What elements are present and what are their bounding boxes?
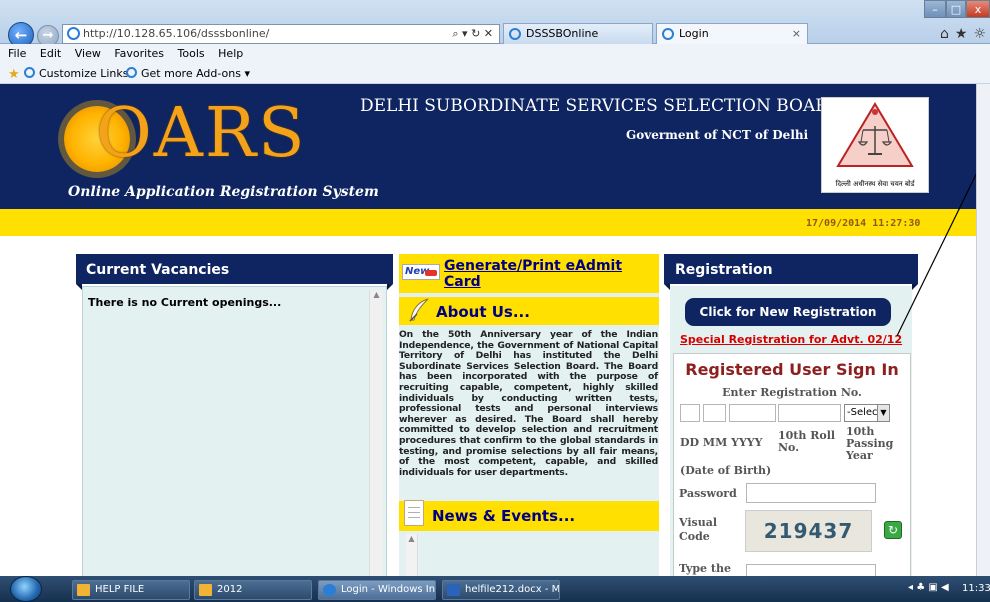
address-url: http://10.128.65.106/dsssbonline/ bbox=[83, 27, 270, 40]
dob-month-input[interactable] bbox=[703, 404, 726, 422]
password-input[interactable] bbox=[746, 483, 876, 503]
swoosh-icon bbox=[425, 270, 437, 276]
ie-tab-icon bbox=[509, 28, 521, 40]
dob-format-label: DD MM YYYY bbox=[680, 436, 763, 449]
minimize-button[interactable]: – bbox=[924, 0, 946, 18]
board-title: DELHI SUBORDINATE SERVICES SELECTION BOA… bbox=[360, 96, 842, 116]
captcha-image: 219437 bbox=[745, 510, 872, 552]
registration-header: Registration bbox=[664, 254, 918, 290]
home-favorites-tools-icons[interactable]: ⌂★☼ bbox=[940, 26, 990, 42]
page-viewport: OARS Online Application Registration Sys… bbox=[0, 84, 990, 576]
tab-close-icon[interactable]: × bbox=[792, 24, 801, 44]
taskbar-item-help-file[interactable]: HELP FILE bbox=[72, 580, 190, 600]
dob-caption: (Date of Birth) bbox=[680, 464, 772, 477]
dob-day-input[interactable] bbox=[680, 404, 700, 422]
server-datetime: 17/09/2014 11:27:30 bbox=[806, 218, 921, 229]
vacancies-panel bbox=[82, 286, 387, 576]
taskbar-label: Login - Windows Int... bbox=[341, 584, 436, 595]
taskbar-item-ie-login[interactable]: Login - Windows Int... bbox=[318, 580, 436, 600]
visual-code-label: Visual Code bbox=[679, 516, 718, 543]
taskbar-label: 2012 bbox=[217, 584, 243, 595]
about-us-text: On the 50th Anniversary year of the Indi… bbox=[399, 329, 658, 478]
get-addons-label: Get more Add-ons ▾ bbox=[141, 67, 251, 80]
word-icon bbox=[447, 584, 460, 596]
special-registration-link[interactable]: Special Registration for Advt. 02/12 bbox=[680, 333, 902, 346]
tab-login[interactable]: Login × bbox=[656, 23, 808, 44]
favorites-star-icon[interactable]: ★ bbox=[8, 65, 20, 84]
folder-icon bbox=[77, 584, 90, 596]
customize-links-label: Customize Links bbox=[39, 67, 129, 80]
get-addons-link[interactable]: Get more Add-ons ▾ bbox=[126, 64, 250, 83]
menu-help[interactable]: Help bbox=[218, 47, 243, 60]
vacancies-message: There is no Current openings... bbox=[88, 296, 282, 309]
enter-registration-label: Enter Registration No. bbox=[722, 386, 862, 399]
password-label: Password bbox=[679, 487, 737, 500]
close-window-button[interactable]: x bbox=[966, 0, 990, 18]
scroll-up-icon[interactable]: ▲ bbox=[370, 290, 383, 299]
board-subtitle: Goverment of NCT of Delhi bbox=[626, 128, 809, 142]
address-bar[interactable]: http://10.128.65.106/dsssbonline/ ⌕ ▾ ↻ … bbox=[62, 24, 500, 44]
taskbar-item-word-doc[interactable]: helfile212.docx - Mi... bbox=[442, 580, 560, 600]
signin-title: Registered User Sign In bbox=[685, 360, 899, 379]
new-badge-icon: New bbox=[402, 264, 440, 280]
menu-bar: File Edit View Favorites Tools Help bbox=[0, 44, 990, 64]
captcha-input[interactable] bbox=[746, 564, 876, 576]
chevron-down-icon[interactable]: ▼ bbox=[877, 405, 889, 421]
ie-icon bbox=[323, 584, 336, 596]
about-us-title: About Us... bbox=[436, 303, 530, 321]
taskbar-label: helfile212.docx - Mi... bbox=[465, 584, 560, 595]
ie-tab-icon bbox=[662, 28, 674, 40]
folder-icon bbox=[199, 584, 212, 596]
menu-favorites[interactable]: Favorites bbox=[114, 47, 164, 60]
passing-year-label: 10th Passing Year bbox=[846, 425, 894, 462]
tab-label: DSSSBOnline bbox=[526, 27, 599, 40]
news-events-title: News & Events... bbox=[432, 507, 576, 525]
news-scrollbar[interactable]: ▲ bbox=[406, 534, 418, 576]
oars-logo: OARS bbox=[96, 94, 307, 173]
roll-number-input[interactable] bbox=[778, 404, 841, 422]
eadmit-card-link[interactable]: Generate/Print eAdmit Card bbox=[444, 258, 644, 290]
passing-year-select[interactable]: -Select- ▼ bbox=[844, 404, 890, 422]
logo-subtitle: Online Application Registration System bbox=[68, 184, 379, 200]
notepad-icon bbox=[404, 500, 424, 526]
type-code-label: Type the bbox=[679, 562, 731, 575]
tab-dsssbonline[interactable]: DSSSBOnline bbox=[503, 23, 653, 44]
quill-pen-icon bbox=[409, 298, 429, 322]
menu-edit[interactable]: Edit bbox=[40, 47, 61, 60]
menu-tools[interactable]: Tools bbox=[178, 47, 205, 60]
page-scrollbar[interactable] bbox=[976, 84, 990, 576]
menu-file[interactable]: File bbox=[8, 47, 26, 60]
new-registration-button[interactable]: Click for New Registration bbox=[685, 298, 891, 326]
tab-label: Login bbox=[679, 27, 709, 40]
refresh-captcha-icon[interactable]: ↻ bbox=[884, 521, 902, 539]
scroll-up-icon[interactable]: ▲ bbox=[406, 534, 417, 543]
roll-number-label: 10th Roll No. bbox=[778, 429, 836, 454]
ie-link-icon bbox=[24, 67, 35, 78]
system-tray-icons[interactable]: ◂ ♣ ▣ ◀ bbox=[908, 582, 949, 593]
taskbar-label: HELP FILE bbox=[95, 584, 145, 595]
menu-view[interactable]: View bbox=[75, 47, 101, 60]
dsssb-seal-logo: दिल्ली अधीनस्थ सेवा चयन बोर्ड bbox=[821, 97, 929, 193]
favorites-bar: ★ Customize Links Get more Add-ons ▾ bbox=[0, 64, 990, 84]
customize-links-link[interactable]: Customize Links bbox=[24, 64, 129, 83]
dob-year-input[interactable] bbox=[729, 404, 776, 422]
taskbar-clock[interactable]: 11:33 bbox=[962, 583, 990, 594]
start-button[interactable] bbox=[10, 576, 42, 602]
ie-page-icon bbox=[67, 27, 80, 40]
vacancies-scrollbar[interactable]: ▲ bbox=[369, 290, 383, 576]
seal-hindi-text: दिल्ली अधीनस्थ सेवा चयन बोर्ड bbox=[835, 180, 915, 188]
scales-of-justice-icon bbox=[836, 102, 914, 167]
vacancies-header: Current Vacancies bbox=[76, 254, 393, 290]
address-tools[interactable]: ⌕ ▾ ↻ ✕ bbox=[452, 25, 493, 43]
maximize-button[interactable]: □ bbox=[946, 0, 966, 18]
ie-link-icon bbox=[126, 67, 137, 78]
taskbar-item-2012[interactable]: 2012 bbox=[194, 580, 312, 600]
